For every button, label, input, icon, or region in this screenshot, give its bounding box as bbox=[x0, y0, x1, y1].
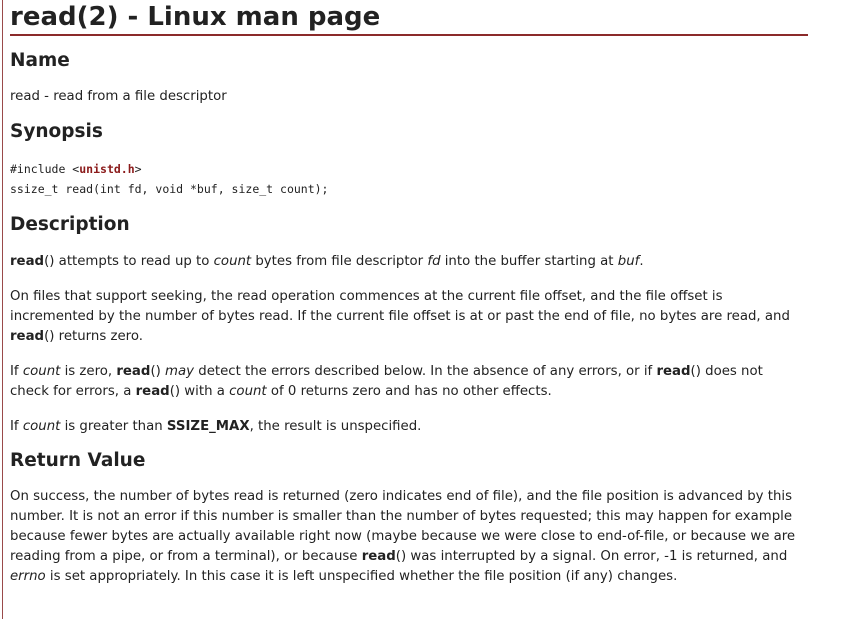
text-run: detect the errors described below. In th… bbox=[194, 364, 657, 379]
page-title: read(2) - Linux man page bbox=[10, 0, 808, 36]
italic-term: buf bbox=[617, 254, 640, 269]
text-run: is zero, bbox=[60, 364, 117, 379]
bold-term: read bbox=[135, 384, 170, 399]
italic-term: count bbox=[22, 364, 61, 379]
text-run: . bbox=[639, 254, 644, 269]
bold-term: read bbox=[361, 549, 396, 564]
name-text: read - read from a file descriptor bbox=[10, 89, 227, 104]
description-paragraph: If count is zero, read() may detect the … bbox=[10, 362, 800, 402]
text-run: is greater than bbox=[60, 419, 167, 434]
text-run: () was interrupted by a signal. On error… bbox=[395, 549, 788, 564]
bold-term: SSIZE_MAX bbox=[166, 419, 250, 434]
text-run: () bbox=[150, 364, 166, 379]
text-run: If bbox=[10, 364, 23, 379]
italic-term: errno bbox=[10, 569, 46, 584]
man-page: read(2) - Linux man page Name read - rea… bbox=[10, 0, 810, 584]
text-run: into the buffer starting at bbox=[440, 254, 618, 269]
text-run: On files that support seeking, the read … bbox=[10, 289, 790, 324]
text-run: () with a bbox=[169, 384, 230, 399]
description-paragraph: read() attempts to read up to count byte… bbox=[10, 252, 800, 272]
description-paragraph: On files that support seeking, the read … bbox=[10, 287, 800, 347]
bold-term: read bbox=[116, 364, 151, 379]
return-value-paragraph: On success, the number of bytes read is … bbox=[10, 487, 800, 587]
italic-term: count bbox=[22, 419, 61, 434]
text-run: bytes from file descriptor bbox=[251, 254, 428, 269]
synopsis-prototype: ssize_t read(int fd, void *buf, size_t c… bbox=[10, 182, 329, 196]
text-run: If bbox=[10, 419, 23, 434]
italic-term: count bbox=[213, 254, 252, 269]
heading-synopsis: Synopsis bbox=[10, 121, 103, 142]
text-run: of 0 returns zero and has no other effec… bbox=[266, 384, 552, 399]
synopsis-include: #include <unistd.h> bbox=[10, 159, 800, 179]
text-run: is set appropriately. In this case it is… bbox=[45, 569, 678, 584]
italic-term: may bbox=[165, 364, 195, 379]
text-run: , the result is unspecified. bbox=[249, 419, 422, 434]
include-suffix: > bbox=[134, 162, 142, 176]
italic-term: count bbox=[229, 384, 267, 399]
italic-term: fd bbox=[427, 254, 441, 269]
bold-term: read bbox=[10, 254, 45, 269]
bold-term: read bbox=[656, 364, 691, 379]
text-run: () attempts to read up to bbox=[44, 254, 214, 269]
left-border bbox=[2, 0, 3, 619]
text-run: () returns zero. bbox=[44, 329, 143, 344]
bold-term: read bbox=[10, 329, 45, 344]
include-prefix: #include < bbox=[10, 162, 80, 176]
heading-name: Name bbox=[10, 50, 70, 71]
heading-return-value: Return Value bbox=[10, 450, 146, 471]
description-paragraph: If count is greater than SSIZE_MAX, the … bbox=[10, 417, 800, 437]
heading-description: Description bbox=[10, 214, 130, 235]
unistd-link[interactable]: unistd.h bbox=[79, 162, 134, 176]
